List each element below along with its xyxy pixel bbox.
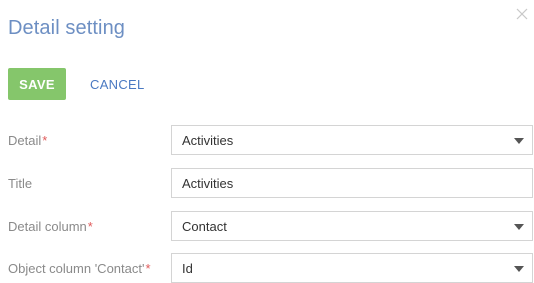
dialog-title: Detail setting [8,17,126,39]
detail-column-select[interactable]: Contact [171,211,533,241]
detail-select[interactable]: Activities [171,125,533,155]
required-mark: * [87,218,93,234]
cancel-button[interactable]: CANCEL [86,68,149,100]
chevron-down-icon[interactable] [514,266,524,272]
detail-label: Detail * [8,125,47,155]
object-column-select-value: Id [182,260,193,276]
object-column-label: Object column 'Contact' * [8,253,151,283]
object-column-select[interactable]: Id [171,253,533,283]
detail-label-text: Detail [8,132,42,148]
save-button[interactable]: SAVE [8,68,66,100]
chevron-down-icon[interactable] [514,224,524,230]
title-input[interactable]: Activities [171,168,533,198]
title-input-value: Activities [182,175,234,191]
detail-column-row: Detail column * Contact [0,211,534,241]
title-row: Title Activities [0,168,534,198]
close-icon[interactable] [516,8,528,20]
detail-column-label-text: Detail column [8,218,87,234]
title-label-text: Title [8,175,33,191]
required-mark: * [145,260,151,276]
title-label: Title [8,168,32,198]
detail-select-value: Activities [182,132,234,148]
required-mark: * [42,132,48,148]
chevron-down-icon[interactable] [514,138,524,144]
object-column-label-text: Object column 'Contact' [8,260,145,276]
detail-column-select-value: Contact [182,218,227,234]
detail-row: Detail * Activities [0,125,534,155]
detail-column-label: Detail column * [8,211,93,241]
object-column-row: Object column 'Contact' * Id [0,253,534,283]
